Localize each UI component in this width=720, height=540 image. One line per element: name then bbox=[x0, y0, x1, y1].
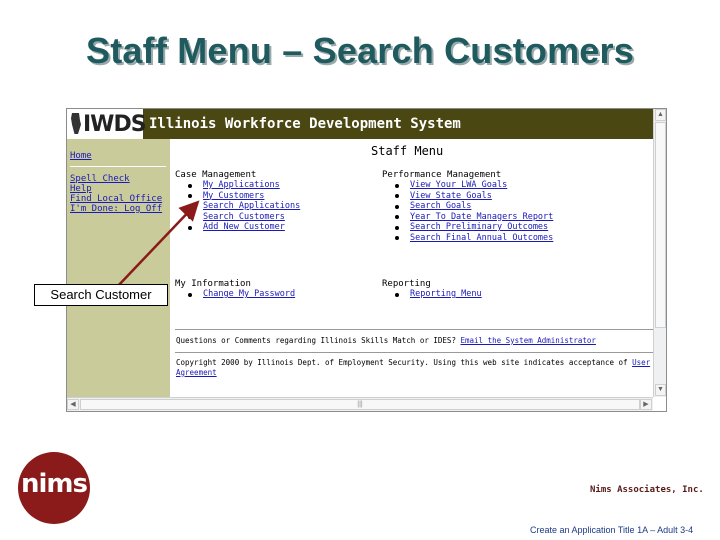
email-admin-link[interactable]: Email the System Administrator bbox=[460, 336, 595, 345]
bullet-icon bbox=[188, 215, 192, 219]
illinois-state-icon bbox=[71, 113, 81, 134]
footer-divider bbox=[175, 352, 653, 353]
nims-logo-text: nims bbox=[21, 469, 88, 499]
menu-item-my-customers[interactable]: My Customers bbox=[175, 191, 300, 202]
search-customer-callout: Search Customer bbox=[34, 284, 168, 306]
user-agreement-link-continued[interactable]: Agreement bbox=[176, 368, 217, 377]
sidebar-spell-check-link[interactable]: Spell Check bbox=[70, 174, 130, 184]
menu-item-ytd-managers-report[interactable]: Year To Date Managers Report bbox=[382, 212, 553, 223]
sidebar-divider bbox=[70, 166, 166, 167]
my-information-heading: My Information bbox=[175, 279, 251, 289]
main-content: Staff Menu Case Management My Applicatio… bbox=[171, 139, 653, 397]
menu-item-search-applications[interactable]: Search Applications bbox=[175, 201, 300, 212]
sidebar-logoff-link[interactable]: I'm Done: Log Off bbox=[70, 204, 162, 214]
bullet-icon bbox=[188, 225, 192, 230]
vertical-scrollbar[interactable]: ▲ ▼ bbox=[653, 109, 666, 397]
scroll-left-icon[interactable]: ◀ bbox=[67, 399, 79, 410]
menu-item-view-lwa-goals[interactable]: View Your LWA Goals bbox=[382, 180, 553, 191]
nims-logo: nims bbox=[18, 452, 90, 524]
menu-item-add-new-customer[interactable]: Add New Customer bbox=[175, 222, 300, 233]
performance-management-heading: Performance Management bbox=[382, 170, 502, 180]
my-information-list: Change My Password bbox=[175, 289, 295, 300]
iwds-logo-text: IWDS bbox=[83, 112, 147, 137]
copyright-text-continued: Agreement bbox=[176, 368, 217, 377]
page-heading: Staff Menu bbox=[371, 144, 444, 158]
scroll-right-icon[interactable]: ▶ bbox=[640, 399, 652, 410]
performance-management-list: View Your LWA Goals View State Goals Sea… bbox=[382, 180, 553, 243]
slide-title: Staff Menu – Search Customers bbox=[86, 30, 634, 71]
bullet-icon bbox=[395, 204, 399, 209]
menu-item-my-applications[interactable]: My Applications bbox=[175, 180, 300, 191]
menu-item-search-goals[interactable]: Search Goals bbox=[382, 201, 553, 212]
bullet-icon bbox=[395, 236, 399, 240]
user-agreement-link[interactable]: User bbox=[632, 358, 650, 367]
questions-text: Questions or Comments regarding Illinois… bbox=[176, 336, 596, 345]
bullet-icon bbox=[395, 194, 399, 198]
copyright-text: Copyright 2000 by Illinois Dept. of Empl… bbox=[176, 358, 651, 367]
reporting-heading: Reporting bbox=[382, 279, 431, 289]
scroll-up-icon[interactable]: ▲ bbox=[655, 109, 666, 121]
iwds-logo: IWDS bbox=[67, 109, 147, 139]
company-name: Nims Associates, Inc. bbox=[590, 485, 704, 495]
bullet-icon bbox=[188, 194, 192, 198]
scroll-down-icon[interactable]: ▼ bbox=[655, 384, 666, 396]
bullet-icon bbox=[188, 183, 192, 188]
case-management-list: My Applications My Customers Search Appl… bbox=[175, 180, 300, 233]
horizontal-scrollbar[interactable]: ◀ ||| ▶ bbox=[67, 397, 653, 411]
case-management-heading: Case Management bbox=[175, 170, 257, 180]
bullet-icon bbox=[188, 204, 192, 209]
reporting-list: Reporting Menu bbox=[382, 289, 482, 300]
menu-item-change-password[interactable]: Change My Password bbox=[175, 289, 295, 300]
bullet-icon bbox=[395, 183, 399, 188]
menu-item-view-state-goals[interactable]: View State Goals bbox=[382, 191, 553, 202]
sidebar: Home Spell Check Help Find Local Office … bbox=[67, 139, 170, 397]
sidebar-help-link[interactable]: Help bbox=[70, 184, 92, 194]
horizontal-scroll-thumb[interactable]: ||| bbox=[80, 399, 640, 410]
menu-item-search-preliminary-outcomes[interactable]: Search Preliminary Outcomes bbox=[382, 222, 553, 233]
browser-window: IWDS Illinois Workforce Development Syst… bbox=[66, 108, 667, 412]
bullet-icon bbox=[395, 225, 399, 230]
vertical-scroll-thumb[interactable] bbox=[655, 122, 666, 328]
iwds-banner: IWDS Illinois Workforce Development Syst… bbox=[67, 109, 653, 139]
bullet-icon bbox=[395, 215, 399, 219]
sidebar-find-office-link[interactable]: Find Local Office bbox=[70, 194, 162, 204]
menu-item-search-final-outcomes[interactable]: Search Final Annual Outcomes bbox=[382, 233, 553, 244]
banner-title: Illinois Workforce Development System bbox=[149, 116, 461, 132]
slide-footer: Create an Application Title 1A – Adult 3… bbox=[530, 525, 694, 535]
bullet-icon bbox=[395, 292, 399, 297]
menu-item-reporting-menu[interactable]: Reporting Menu bbox=[382, 289, 482, 300]
content-divider bbox=[175, 329, 653, 330]
sidebar-home-link[interactable]: Home bbox=[70, 151, 92, 161]
bullet-icon bbox=[188, 292, 192, 297]
menu-item-search-customers[interactable]: Search Customers bbox=[175, 212, 300, 223]
